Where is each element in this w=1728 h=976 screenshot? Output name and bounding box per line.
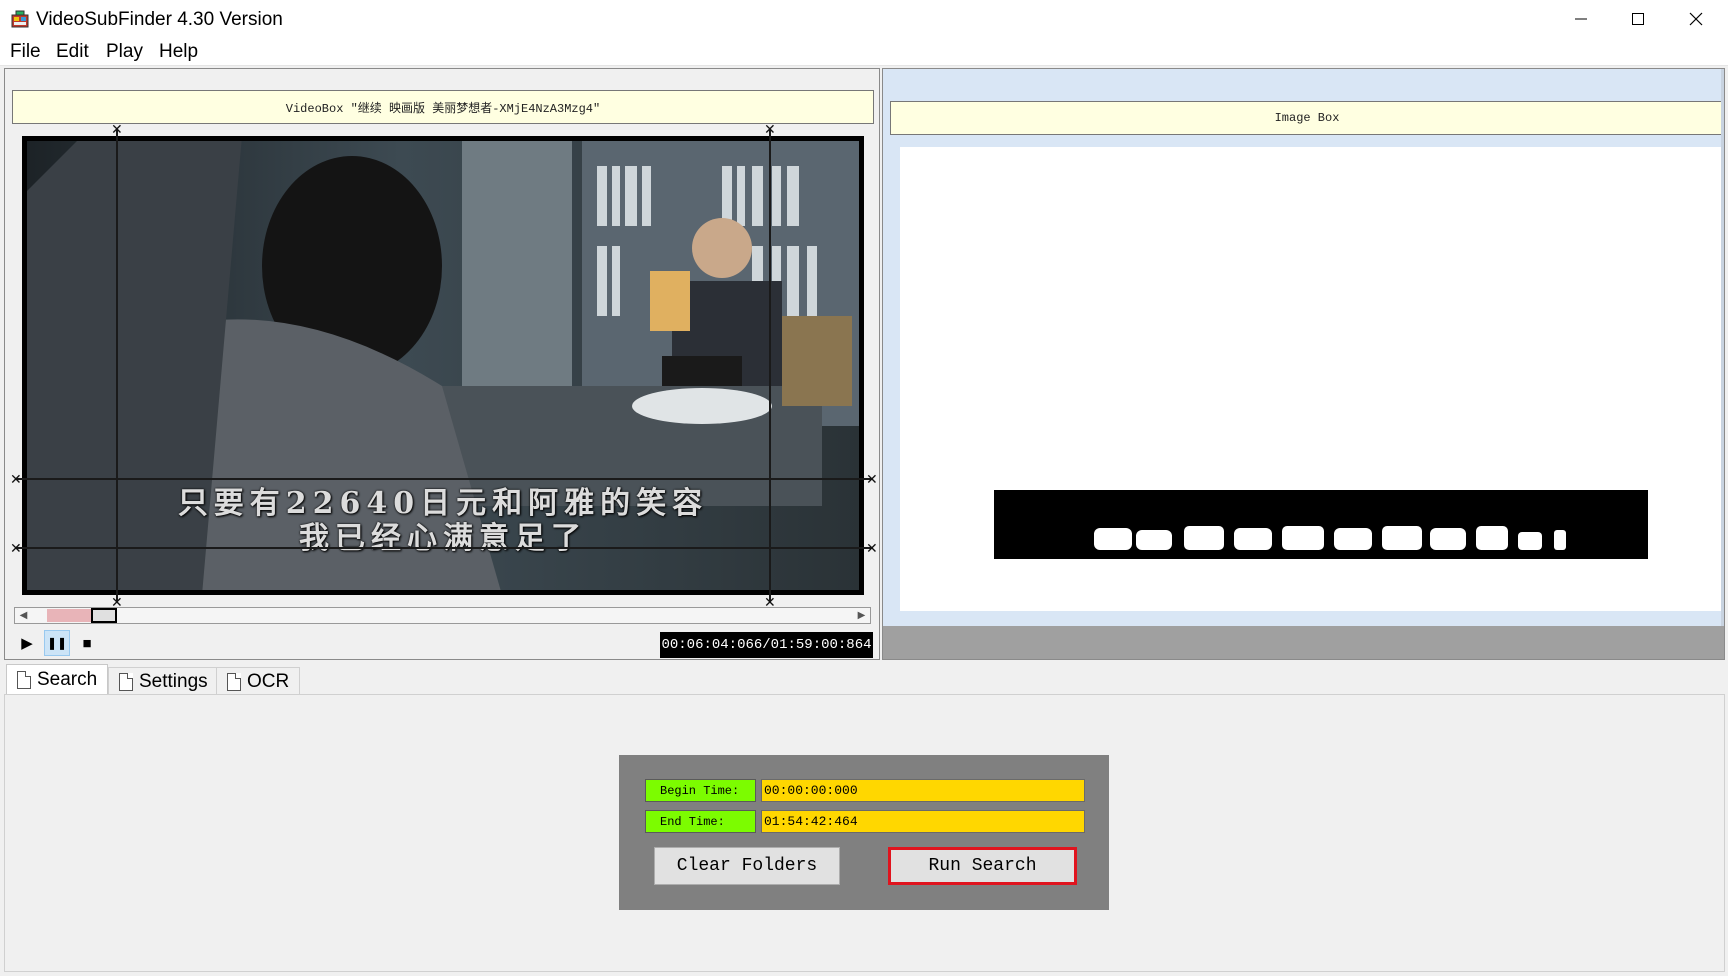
play-icon: ▶ (21, 635, 33, 652)
minimize-icon (1575, 18, 1587, 20)
close-button[interactable] (1667, 0, 1725, 38)
menu-play[interactable]: Play (106, 41, 143, 63)
guide-handle-icon[interactable]: ✕ (866, 472, 878, 486)
pause-button[interactable]: ❚❚ (44, 630, 70, 656)
tab-settings[interactable]: Settings (108, 667, 219, 695)
guide-handle-icon[interactable]: ✕ (10, 472, 22, 486)
scroll-left-icon[interactable]: ◀ (15, 608, 32, 623)
document-icon (119, 672, 133, 691)
playback-controls: ▶ ❚❚ ■ (14, 630, 100, 658)
maximize-button[interactable] (1609, 0, 1667, 38)
window-title: VideoSubFinder 4.30 Version (36, 9, 283, 30)
end-time-label: End Time: (645, 810, 756, 833)
video-frame[interactable]: 只要有22640日元和阿雅的笑容 我已经心满意足了 (22, 136, 864, 595)
guide-handle-icon[interactable]: ✕ (866, 541, 878, 555)
menu-help[interactable]: Help (159, 41, 198, 63)
video-box-panel: VideoBox "继续 映画版 美丽梦想者-XMjE4NzA3Mzg4" 只要… (4, 68, 880, 660)
videosubfinder-app-icon (11, 10, 29, 28)
top-crop-guide[interactable] (15, 478, 873, 480)
begin-time-input[interactable]: 00:00:00:000 (761, 779, 1085, 802)
document-icon (17, 671, 31, 689)
menu-bar: File Edit Play Help (0, 38, 1728, 66)
run-search-button[interactable]: Run Search (888, 847, 1077, 885)
bottom-crop-guide[interactable] (15, 547, 873, 549)
extracted-subtitle-image (994, 490, 1648, 559)
play-button[interactable]: ▶ (14, 630, 40, 656)
video-box-caption: VideoBox "继续 映画版 美丽梦想者-XMjE4NzA3Mzg4" (12, 90, 874, 124)
end-time-input[interactable]: 01:54:42:464 (761, 810, 1085, 833)
image-box-caption: Image Box (890, 101, 1724, 135)
time-display: 00:06:04:066/01:59:00:864 (660, 632, 873, 658)
menu-edit[interactable]: Edit (56, 41, 89, 63)
video-position-scrollbar[interactable]: ◀ ▶ (14, 607, 871, 624)
image-box-panel: Image Box (882, 68, 1725, 660)
clear-folders-button[interactable]: Clear Folders (654, 847, 840, 885)
maximize-icon (1632, 13, 1644, 25)
subtitle-mask-preview (1094, 526, 1566, 550)
subtitle-line-2: 我已经心满意足了 (299, 521, 587, 556)
left-crop-guide[interactable] (116, 129, 118, 602)
pause-icon: ❚❚ (46, 636, 68, 650)
video-progress-fill (47, 609, 91, 622)
tab-strip: Search Settings OCR (4, 664, 1725, 695)
app-window: VideoSubFinder 4.30 Version File Edit Pl… (0, 0, 1728, 976)
tab-search-label: Search (37, 669, 98, 690)
menu-file[interactable]: File (10, 41, 41, 63)
close-icon (1689, 12, 1703, 26)
begin-time-label: Begin Time: (645, 779, 756, 802)
tab-settings-label: Settings (139, 670, 208, 692)
scroll-thumb[interactable] (91, 608, 117, 623)
guide-handle-icon[interactable]: ✕ (10, 541, 22, 555)
scroll-right-icon[interactable]: ▶ (853, 608, 870, 623)
stop-button[interactable]: ■ (74, 630, 100, 656)
stop-icon: ■ (82, 634, 92, 652)
tab-ocr[interactable]: OCR (216, 667, 301, 695)
guide-handle-icon[interactable]: ✕ (764, 122, 776, 136)
tab-search[interactable]: Search (6, 664, 109, 695)
tab-ocr-label: OCR (247, 670, 290, 692)
guide-handle-icon[interactable]: ✕ (111, 122, 123, 136)
search-settings-box: Begin Time: 00:00:00:000 End Time: 01:54… (619, 755, 1109, 910)
image-box-area (900, 147, 1724, 611)
document-icon (227, 672, 241, 691)
title-bar: VideoSubFinder 4.30 Version (0, 0, 1728, 38)
search-tab-content: Begin Time: 00:00:00:000 End Time: 01:54… (4, 694, 1725, 972)
minimize-button[interactable] (1552, 0, 1610, 38)
image-panel-scrollbar[interactable] (1721, 69, 1724, 626)
right-crop-guide[interactable] (769, 129, 771, 602)
